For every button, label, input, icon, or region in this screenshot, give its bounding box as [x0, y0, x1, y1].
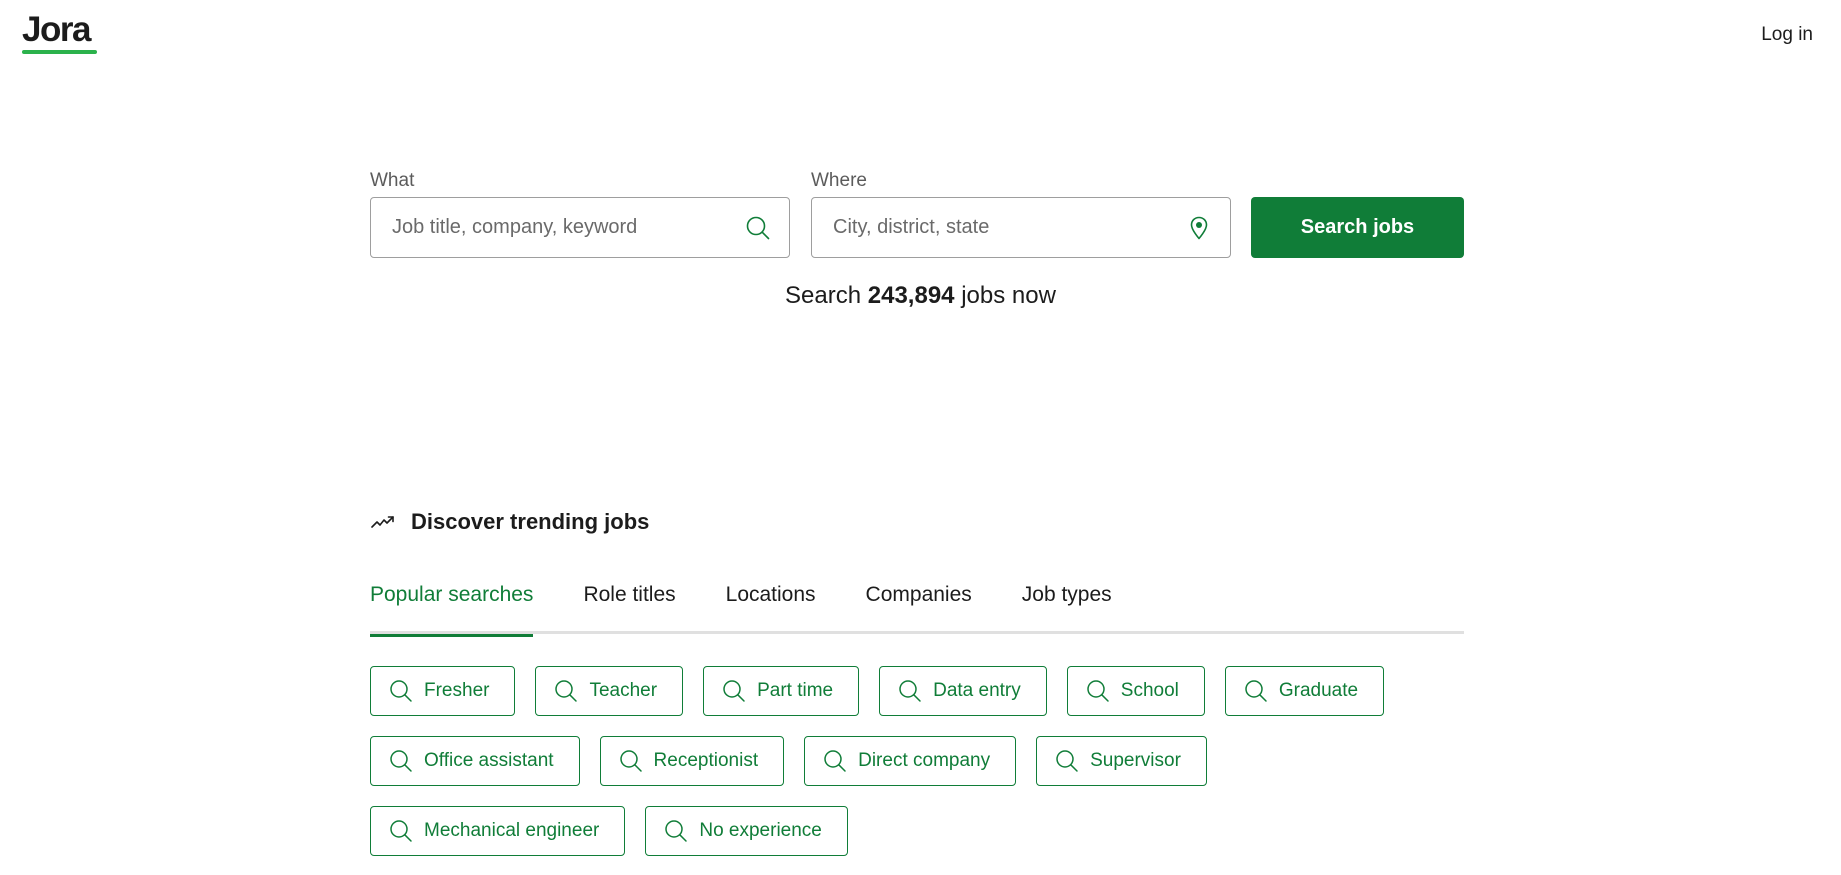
search-icon [555, 680, 578, 702]
search-icon [1056, 750, 1078, 772]
jora-logo[interactable]: Jora [22, 10, 98, 56]
search-icon [746, 216, 770, 240]
logo-underline [22, 50, 97, 54]
chip-label: Graduate [1278, 680, 1359, 701]
chip-label: No experience [699, 820, 822, 841]
tab-role-titles[interactable]: Role titles [583, 580, 675, 634]
trending-header: Discover trending jobs [370, 505, 1464, 539]
what-field: What [370, 170, 790, 258]
search-icon [1245, 680, 1267, 702]
search-chip[interactable]: Fresher [370, 666, 516, 716]
search-icon [390, 750, 412, 772]
search-jobs-button[interactable]: Search jobs [1251, 197, 1464, 258]
search-chip[interactable]: Office assistant [370, 736, 580, 786]
login-link[interactable]: Log in [1761, 24, 1813, 46]
search-chip[interactable]: Mechanical engineer [370, 806, 626, 856]
job-count-prefix: Search [785, 282, 862, 309]
chip-label: Teacher [589, 680, 658, 701]
where-field: Where [811, 170, 1231, 258]
logo-text: Jora [22, 10, 91, 49]
trending-tabs: Popular searches Role titles Locations C… [370, 580, 1464, 637]
chip-label: School [1120, 680, 1179, 701]
chip-label: Fresher [424, 680, 490, 701]
search-icon [390, 680, 412, 702]
location-pin-icon [1190, 216, 1208, 240]
job-count-text: Search 243,894 jobs now [0, 282, 1841, 310]
chip-label: Office assistant [424, 750, 554, 771]
trending-up-icon [371, 516, 394, 528]
search-chip[interactable]: Part time [703, 666, 860, 716]
search-icon [723, 680, 745, 702]
search-chip[interactable]: No experience [645, 806, 848, 856]
what-input-box[interactable] [370, 197, 790, 258]
job-count-number: 243,894 [867, 282, 955, 309]
what-input[interactable] [371, 198, 721, 257]
search-chip[interactable]: Direct company [804, 736, 1017, 786]
search-icon [665, 820, 688, 842]
search-icon [390, 820, 412, 842]
where-input-box[interactable] [811, 197, 1231, 258]
trending-title: Discover trending jobs [411, 509, 650, 534]
search-icon [899, 680, 921, 702]
trending-jobs-section: Discover trending jobs Popular searches … [370, 505, 1464, 856]
popular-search-chips: Fresher Teacher Part time Data entry Sch… [370, 666, 1464, 856]
site-header: Jora Log in [0, 0, 1841, 70]
chip-label: Direct company [858, 750, 991, 771]
search-icon [1087, 680, 1109, 702]
where-label: Where [811, 170, 867, 191]
search-chip[interactable]: Data entry [879, 666, 1047, 716]
tab-popular-searches[interactable]: Popular searches [370, 580, 534, 637]
search-icon [824, 750, 846, 772]
chip-label: Mechanical engineer [424, 820, 600, 841]
tab-job-types[interactable]: Job types [1022, 580, 1112, 634]
where-input[interactable] [812, 198, 1162, 257]
job-count-suffix: jobs now [961, 282, 1056, 309]
search-chip[interactable]: Teacher [535, 666, 684, 716]
search-chip[interactable]: Supervisor [1036, 736, 1207, 786]
chip-label: Part time [757, 680, 834, 701]
search-chip[interactable]: Graduate [1224, 666, 1385, 716]
chip-label: Data entry [933, 680, 1021, 701]
search-icon [619, 750, 642, 772]
chip-label: Receptionist [653, 750, 759, 771]
search-chip[interactable]: Receptionist [599, 736, 785, 786]
tab-locations[interactable]: Locations [726, 580, 816, 634]
tab-companies[interactable]: Companies [866, 580, 972, 634]
search-chip[interactable]: School [1066, 666, 1205, 716]
what-label: What [370, 170, 415, 191]
chip-label: Supervisor [1090, 750, 1181, 771]
